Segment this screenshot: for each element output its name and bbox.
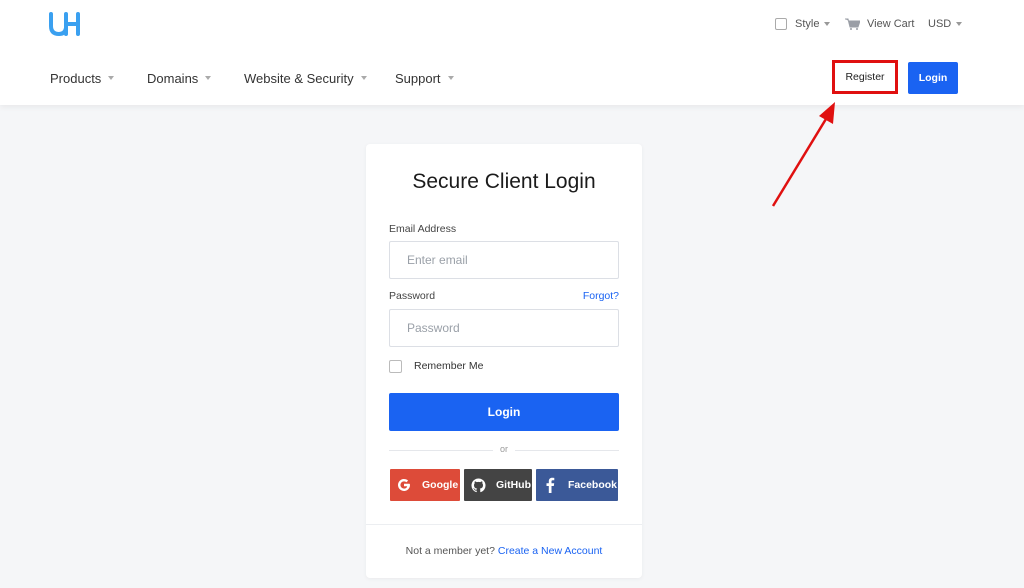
chevron-down-icon xyxy=(824,22,831,26)
github-login-button[interactable]: GitHub xyxy=(464,469,532,501)
facebook-login-button[interactable]: Facebook xyxy=(536,469,618,501)
create-account-link[interactable]: Create a New Account xyxy=(498,545,602,557)
facebook-label: Facebook xyxy=(568,479,618,491)
remember-me-label[interactable]: Remember Me xyxy=(414,360,483,372)
email-input[interactable] xyxy=(389,241,619,279)
google-label: Google xyxy=(422,479,459,491)
nav-item-label: Products xyxy=(50,70,102,86)
chevron-down-icon xyxy=(956,22,963,26)
top-header: Style View Cart USD Products Domains Web… xyxy=(0,0,1024,105)
email-label: Email Address xyxy=(389,223,457,235)
github-icon xyxy=(469,476,487,494)
register-button[interactable]: Register xyxy=(832,60,898,94)
forgot-password-link[interactable]: Forgot? xyxy=(583,290,619,302)
currency-label: USD xyxy=(928,18,952,30)
remember-me-checkbox[interactable] xyxy=(389,360,402,373)
nav-item-label: Website & Security xyxy=(244,70,354,86)
header-login-label: Login xyxy=(918,72,948,84)
nav-item-website-security[interactable]: Website & Security xyxy=(244,68,367,88)
chevron-down-icon xyxy=(108,76,115,80)
cart-icon xyxy=(845,18,860,30)
or-separator: or xyxy=(499,444,508,454)
nav-item-label: Domains xyxy=(147,70,199,86)
google-icon xyxy=(395,476,413,494)
view-cart-link[interactable]: View Cart xyxy=(845,16,914,32)
register-prompt-text: Not a member yet? xyxy=(405,545,495,557)
login-button[interactable]: Login xyxy=(389,393,619,431)
chevron-down-icon xyxy=(360,76,367,80)
github-label: GitHub xyxy=(496,479,531,491)
chevron-down-icon xyxy=(447,76,454,80)
style-menu[interactable]: Style xyxy=(775,16,831,32)
password-input[interactable] xyxy=(389,309,619,347)
register-prompt: Not a member yet? Create a New Account xyxy=(366,545,642,557)
login-card: Secure Client Login Email Address Passwo… xyxy=(366,144,642,578)
card-footer-divider xyxy=(366,524,642,525)
facebook-icon xyxy=(541,476,559,494)
password-label: Password xyxy=(389,290,436,302)
divider-right xyxy=(515,450,619,451)
header-login-button[interactable]: Login xyxy=(908,62,958,94)
chevron-down-icon xyxy=(205,76,212,80)
nav-item-support[interactable]: Support xyxy=(395,68,454,88)
page-title: Secure Client Login xyxy=(412,170,596,193)
nav-item-label: Support xyxy=(395,70,441,86)
register-label: Register xyxy=(845,71,885,83)
style-square-icon xyxy=(775,18,787,30)
currency-selector[interactable]: USD xyxy=(928,16,963,32)
google-login-button[interactable]: Google xyxy=(390,469,460,501)
nav-item-domains[interactable]: Domains xyxy=(147,68,212,88)
view-cart-label: View Cart xyxy=(867,18,915,30)
annotation-arrow-icon xyxy=(771,102,835,207)
nav-item-products[interactable]: Products xyxy=(50,68,115,88)
style-label: Style xyxy=(795,18,820,30)
login-button-label: Login xyxy=(487,405,521,419)
uh-logo-icon[interactable] xyxy=(49,12,81,36)
